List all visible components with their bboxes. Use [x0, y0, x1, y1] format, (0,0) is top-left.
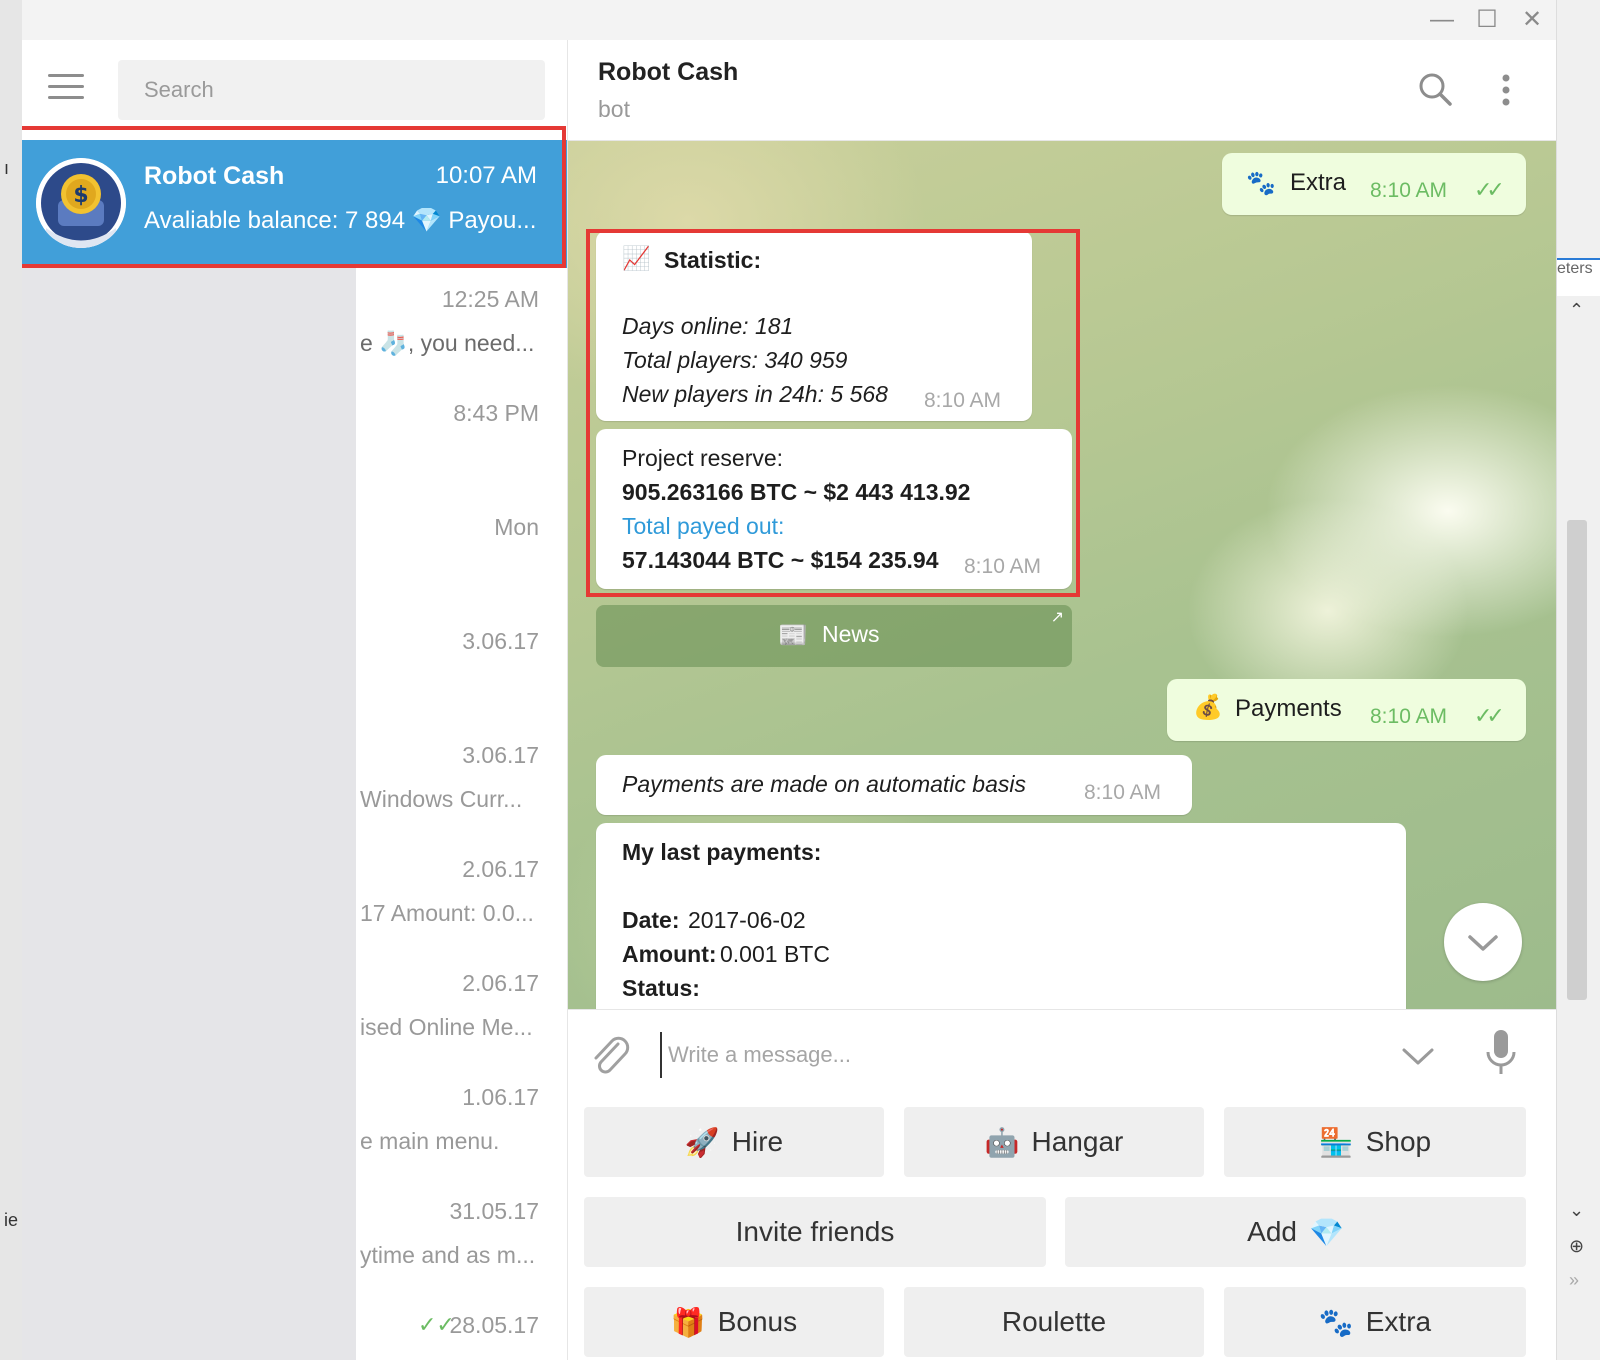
background-tab: eters [1557, 258, 1600, 296]
open-link-icon: ↗ [1050, 609, 1064, 626]
gift-icon: 🎁 [670, 1306, 706, 1338]
chevron-down-icon [1468, 935, 1498, 951]
read-check-icon: ✓✓ [418, 1312, 455, 1337]
extra-button[interactable]: 🐾 Extra [1224, 1287, 1526, 1357]
bonus-button[interactable]: 🎁 Bonus [584, 1287, 884, 1357]
robot-icon: 🤖 [984, 1126, 1020, 1158]
gem-icon: 💎 [1308, 1216, 1344, 1248]
incoming-message: Payments are made on automatic basis 8:1… [596, 755, 1192, 815]
bg-fragment: ı [4, 158, 10, 178]
more-options-icon[interactable] [1498, 70, 1514, 110]
paw-icon: 🐾 [1246, 170, 1276, 197]
outgoing-message: 🐾 Extra 8:10 AM ✓✓ [1222, 153, 1526, 215]
chat-list-item[interactable]: 31.05.17 ytime and as m... [356, 1180, 567, 1294]
chat-list-item[interactable]: 12:25 AM e 🧦, you need... [356, 268, 567, 382]
background-window-right: eters ⌃ ⌄ ⊕ » [1556, 0, 1600, 1360]
chat-list-item[interactable]: 2.06.17 17 Amount: 0.0... [356, 838, 567, 952]
add-button[interactable]: Add 💎 [1065, 1197, 1526, 1267]
roulette-button[interactable]: Roulette [904, 1287, 1204, 1357]
message-area[interactable]: 🐾 Extra 8:10 AM ✓✓ 📈 Statistic: Days onl… [568, 141, 1556, 1009]
rocket-icon: 🚀 [684, 1126, 720, 1158]
read-check-icon: ✓✓ [1474, 177, 1505, 202]
maximize-button[interactable]: ☐ [1467, 4, 1507, 36]
menu-icon[interactable] [48, 74, 84, 102]
search-icon[interactable] [1416, 70, 1456, 110]
title-bar: — ☐ ✕ [22, 0, 1556, 41]
close-button[interactable]: ✕ [1512, 4, 1552, 36]
money-bag-icon: 💰 [1193, 694, 1223, 721]
news-button[interactable]: 📰 News ↗ [596, 605, 1072, 667]
highlight-box-chat [22, 126, 566, 268]
microphone-icon[interactable] [1484, 1028, 1518, 1080]
search-input[interactable] [118, 60, 545, 120]
chat-list-item[interactable]: 3.06.17 [356, 610, 567, 724]
hangar-button[interactable]: 🤖 Hangar [904, 1107, 1204, 1177]
more-chevrons-icon: » [1569, 1270, 1580, 1290]
scroll-down-icon[interactable]: ⌄ [1569, 1200, 1584, 1221]
highlight-box-stats [586, 229, 1080, 597]
chat-list-obscured [22, 268, 356, 1360]
scroll-up-icon[interactable]: ⌃ [1569, 300, 1584, 321]
chat-list-item[interactable]: 1.06.17 e main menu. [356, 1066, 567, 1180]
bot-keyboard: 🚀 Hire 🤖 Hangar 🏪 Shop Invite friends Ad… [568, 1099, 1556, 1360]
chat-list-sidebar: $ Robot Cash 10:07 AM Avaliable balance:… [22, 40, 568, 1360]
invite-friends-button[interactable]: Invite friends [584, 1197, 1046, 1267]
read-check-icon: ✓✓ [1474, 703, 1505, 728]
bg-fragment: ie [4, 1210, 19, 1230]
shop-icon: 🏪 [1318, 1126, 1354, 1158]
chat-header: Robot Cash bot [568, 40, 1556, 141]
attach-icon[interactable] [588, 1032, 632, 1078]
background-window-left: ı ie [0, 0, 22, 1360]
last-payments-message: My last payments: Date: 2017-06-02 Amoun… [596, 823, 1406, 1009]
scroll-to-bottom-button[interactable] [1444, 903, 1522, 981]
chat-list-item[interactable]: 3.06.17 Windows Curr... [356, 724, 567, 838]
hire-button[interactable]: 🚀 Hire [584, 1107, 884, 1177]
background-scrollbar-thumb[interactable] [1567, 520, 1587, 1000]
outgoing-message: 💰 Payments 8:10 AM ✓✓ [1167, 679, 1526, 741]
message-composer [568, 1009, 1556, 1100]
newspaper-icon: 📰 [778, 622, 808, 649]
shop-button[interactable]: 🏪 Shop [1224, 1107, 1526, 1177]
chat-list-item[interactable]: Mon [356, 496, 567, 610]
paw-icon: 🐾 [1318, 1306, 1354, 1338]
chat-title[interactable]: Robot Cash [598, 58, 738, 87]
chat-list-item[interactable]: 8:43 PM [356, 382, 567, 496]
zoom-icon[interactable]: ⊕ [1569, 1236, 1584, 1257]
message-input[interactable] [660, 1032, 1370, 1078]
chat-subtitle: bot [598, 96, 630, 122]
chat-list-item[interactable]: 2.06.17 ised Online Me... [356, 952, 567, 1066]
hide-keyboard-icon[interactable] [1398, 1036, 1438, 1076]
minimize-button[interactable]: — [1422, 4, 1462, 36]
chat-list-item[interactable]: 28.05.17 ✓✓ [356, 1294, 567, 1360]
sidebar-header [22, 40, 567, 140]
